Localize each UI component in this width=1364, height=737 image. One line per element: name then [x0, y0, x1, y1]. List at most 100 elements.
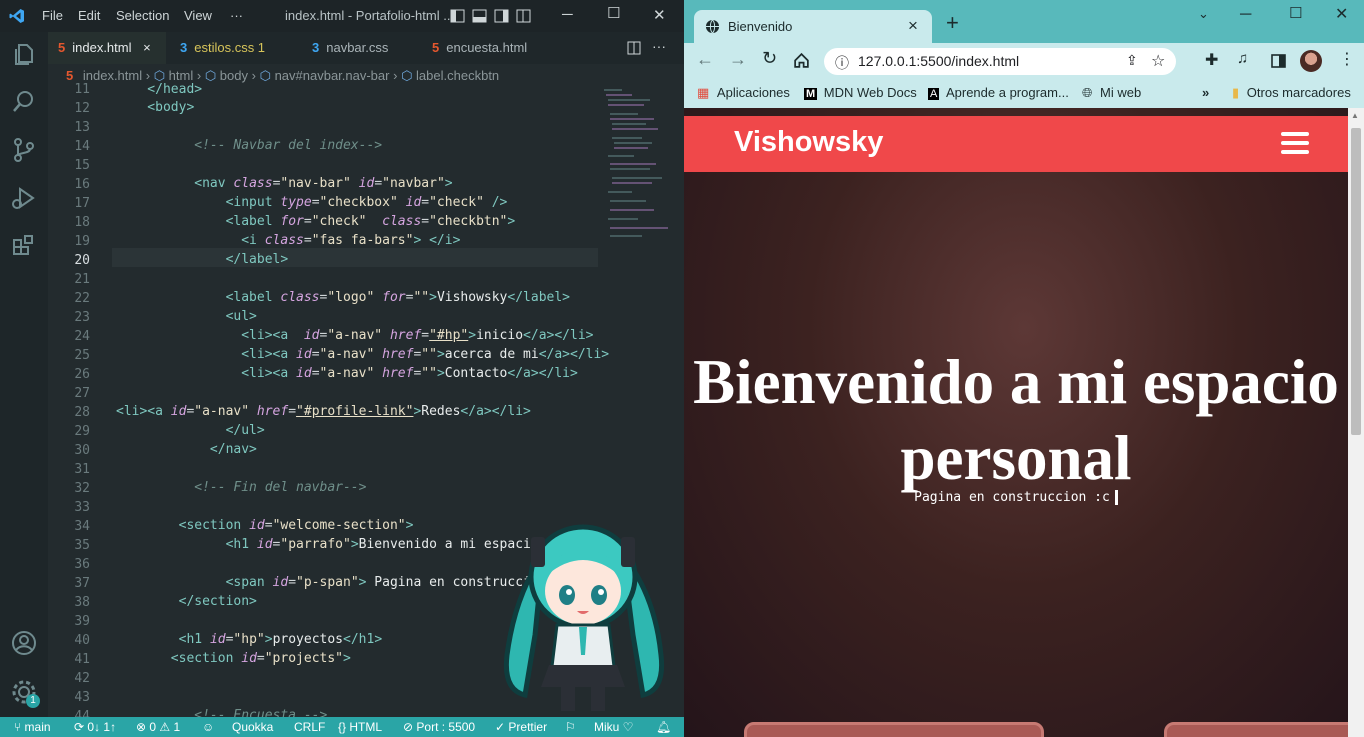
minimap[interactable]	[602, 86, 672, 246]
scroll-up-icon[interactable]: ▲	[1351, 111, 1359, 120]
menu-view[interactable]: View	[184, 8, 212, 23]
line-number: 19	[74, 234, 90, 249]
close-icon[interactable]: ✕	[653, 6, 666, 24]
minimize-icon[interactable]: ─	[562, 6, 573, 23]
url-text: 127.0.0.1:5500/index.html	[858, 53, 1020, 69]
chrome-menu-icon[interactable]: ⋮	[1339, 49, 1355, 69]
hamburger-menu-icon[interactable]	[1281, 130, 1309, 156]
run-debug-icon[interactable]	[10, 184, 38, 212]
menu-more[interactable]: ···	[230, 8, 243, 23]
quokka-status[interactable]: Quokka	[232, 720, 273, 734]
new-tab-button[interactable]: +	[946, 10, 959, 36]
project-card[interactable]	[1164, 722, 1364, 737]
close-icon[interactable]: ✕	[1335, 4, 1348, 24]
tab-index-html[interactable]: 5 index.html ×	[48, 32, 166, 64]
tab-estilos-css[interactable]: 3 estilos.css 1	[172, 32, 292, 64]
forward-arrow-icon[interactable]: →	[729, 49, 747, 70]
line-number: 31	[74, 462, 90, 477]
bookmark-mi-web[interactable]: 🌐︎ Mi web	[1082, 85, 1141, 101]
feedback-icon[interactable]: ⚐	[565, 720, 576, 734]
site-logo[interactable]: Vishowsky	[734, 126, 883, 159]
minimize-icon[interactable]: ─	[1240, 6, 1251, 24]
layout-sidebar-icon[interactable]	[450, 9, 465, 23]
share-icon[interactable]: ⇪	[1126, 52, 1138, 69]
extensions-icon[interactable]	[10, 232, 38, 260]
bookmark-mdn[interactable]: M MDN Web Docs	[804, 85, 917, 100]
project-card[interactable]	[744, 722, 1044, 737]
scrollbar-thumb[interactable]	[1351, 128, 1361, 435]
tab-close-icon[interactable]: ×	[143, 40, 151, 55]
tab-label: estilos.css 1	[194, 40, 266, 55]
site-info-icon[interactable]: ⓘ	[835, 53, 849, 73]
line-number: 38	[74, 595, 90, 610]
tab-navbar-css[interactable]: 3 navbar.css	[304, 32, 414, 64]
breadcrumb-file[interactable]: index.html	[83, 68, 142, 83]
line-number: 33	[74, 500, 90, 515]
address-bar[interactable]: ⓘ 127.0.0.1:5500/index.html ⇪ ☆	[824, 48, 1176, 75]
page-scrollbar[interactable]: ▲	[1348, 108, 1364, 737]
split-editor-icon[interactable]	[627, 41, 641, 55]
eol-status[interactable]: CRLF	[294, 720, 325, 734]
bookmark-other[interactable]: ▮ Otros marcadores	[1232, 85, 1351, 101]
line-number: 27	[74, 386, 90, 401]
tab-close-icon[interactable]: ×	[908, 16, 918, 36]
prettier-label: Prettier	[508, 720, 548, 734]
maximize-icon[interactable]: ☐	[607, 4, 620, 22]
breadcrumb-html[interactable]: html	[169, 68, 194, 83]
line-number: 34	[74, 519, 90, 534]
layout-panel-icon[interactable]	[472, 9, 487, 23]
profile-avatar[interactable]	[1300, 50, 1322, 72]
chrome-toolbar: ← → ↻ ⓘ 127.0.0.1:5500/index.html ⇪ ☆ ✚ …	[684, 43, 1364, 79]
layout-secondary-icon[interactable]	[494, 9, 509, 23]
tab-search-icon[interactable]: ⌄	[1198, 6, 1209, 22]
line-number: 20	[74, 253, 90, 268]
theme-status[interactable]: Miku ♡	[594, 720, 633, 734]
line-number: 13	[74, 120, 90, 135]
bookmark-label: Otros marcadores	[1246, 85, 1351, 100]
line-number: 25	[74, 348, 90, 363]
browser-tab[interactable]: Bienvenido ×	[694, 10, 932, 43]
home-icon[interactable]	[793, 52, 810, 69]
layout-custom-icon[interactable]	[516, 9, 531, 23]
media-control-icon[interactable]: ♫	[1237, 50, 1248, 67]
line-number: 32	[74, 481, 90, 496]
explorer-icon[interactable]	[10, 40, 38, 68]
prettier-status[interactable]: ✓ Prettier	[495, 720, 547, 734]
problems-status[interactable]: ⊗ 0 ⚠ 1	[136, 720, 180, 734]
menu-edit[interactable]: Edit	[78, 8, 100, 23]
bookmark-aprende[interactable]: A Aprende a program...	[928, 85, 1069, 100]
sync-status[interactable]: ⟳ 0↓ 1↑	[74, 720, 116, 734]
breadcrumb-body[interactable]: body	[220, 68, 248, 83]
search-icon[interactable]	[10, 88, 38, 116]
extensions-puzzle-icon[interactable]: ✚	[1205, 50, 1218, 70]
bookmark-star-icon[interactable]: ☆	[1151, 51, 1165, 71]
hero-subtitle: Pagina en construccion :c	[684, 490, 1348, 505]
site-navbar: Vishowsky	[684, 116, 1348, 172]
side-panel-icon[interactable]	[1271, 54, 1286, 68]
code-line: <li><a id="a-nav" href="">Contacto</a></…	[241, 366, 578, 381]
language-status[interactable]: {} HTML	[338, 720, 382, 734]
globe-icon: 🌐︎	[1082, 85, 1093, 100]
theme-name: Miku	[594, 720, 620, 734]
mdn-logo-icon: M	[804, 88, 818, 100]
live-server-status[interactable]: ⊘ Port : 5500	[403, 720, 475, 734]
maximize-icon[interactable]: ☐	[1289, 4, 1302, 22]
menu-selection[interactable]: Selection	[116, 8, 169, 23]
bookmark-apps[interactable]: ▦ Aplicaciones	[697, 85, 790, 101]
account-icon[interactable]	[10, 629, 38, 657]
back-arrow-icon[interactable]: ←	[696, 49, 714, 70]
tab-encuesta-html[interactable]: 5 encuesta.html	[424, 32, 558, 64]
apps-grid-icon: ▦	[697, 85, 710, 100]
branch-status[interactable]: ⑂ main	[14, 720, 51, 734]
line-number: 17	[74, 196, 90, 211]
bookmarks-overflow[interactable]: »	[1202, 85, 1209, 100]
source-control-icon[interactable]	[10, 136, 38, 164]
breadcrumb-nav[interactable]: nav#navbar.nav-bar	[275, 68, 390, 83]
notifications-bell-icon[interactable]: 🔔︎	[656, 720, 671, 734]
more-actions-icon[interactable]: ···	[652, 38, 666, 54]
menu-file[interactable]: File	[42, 8, 63, 23]
breadcrumb-label[interactable]: label.checkbtn	[416, 68, 499, 83]
feedback-smiley-icon[interactable]: ☺	[202, 720, 214, 734]
reload-icon[interactable]: ↻	[762, 48, 777, 69]
tab-label: navbar.css	[326, 40, 389, 55]
